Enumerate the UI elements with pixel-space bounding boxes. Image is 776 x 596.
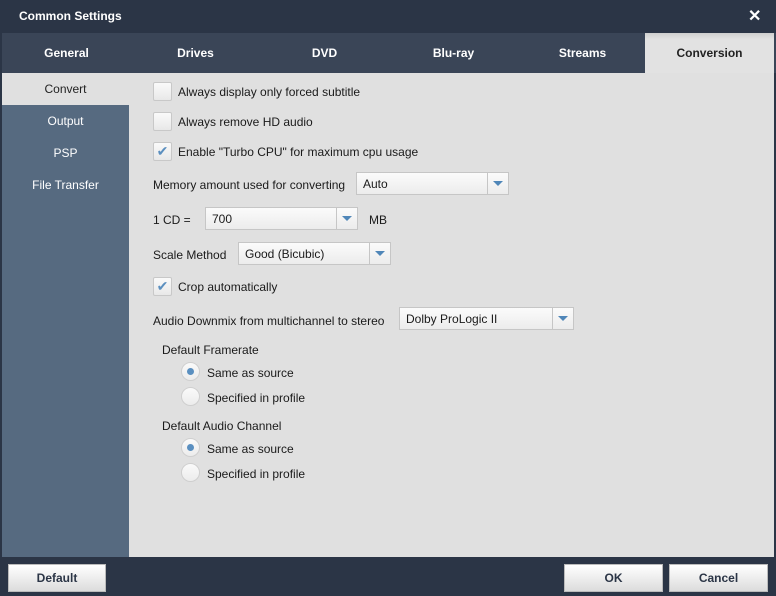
memory-select[interactable]: Auto [356,172,509,195]
framerate-same-radio[interactable] [181,362,200,381]
cancel-button[interactable]: Cancel [669,564,768,592]
tab-dvd[interactable]: DVD [260,33,389,73]
downmix-select[interactable]: Dolby ProLogic II [399,307,574,330]
memory-value: Auto [363,177,388,191]
default-button[interactable]: Default [8,564,106,592]
tab-conversion[interactable]: Conversion [645,33,774,73]
chevron-down-icon [487,173,508,194]
audio-channel-label: Default Audio Channel [162,419,282,433]
cd-size-select[interactable]: 700 [205,207,358,230]
chevron-down-icon [336,208,357,229]
audio-channel-same-label: Same as source [207,442,294,456]
turbo-cpu-label: Enable "Turbo CPU" for maximum cpu usage [178,145,419,159]
framerate-label: Default Framerate [162,343,259,357]
audio-channel-profile-label: Specified in profile [207,467,306,481]
cd-label: 1 CD = [153,213,191,227]
sidebar-item-file-transfer[interactable]: File Transfer [2,169,129,201]
cd-unit: MB [369,213,387,227]
sidebar-item-psp[interactable]: PSP [2,137,129,169]
forced-subtitle-checkbox[interactable] [153,82,172,101]
cd-size-value: 700 [212,212,233,226]
framerate-profile-label: Specified in profile [207,391,306,405]
framerate-same-label: Same as source [207,366,294,380]
ok-button[interactable]: OK [564,564,663,592]
crop-checkbox[interactable]: ✔ [153,277,172,296]
forced-subtitle-label: Always display only forced subtitle [178,85,361,99]
downmix-value: Dolby ProLogic II [406,312,498,326]
audio-channel-profile-radio[interactable] [181,463,200,482]
close-icon[interactable]: ✕ [748,6,761,26]
scale-select[interactable]: Good (Bicubic) [238,242,391,265]
tab-general[interactable]: General [2,33,131,73]
scale-value: Good (Bicubic) [245,247,325,261]
tab-drives[interactable]: Drives [131,33,260,73]
chevron-down-icon [369,243,390,264]
framerate-profile-radio[interactable] [181,387,200,406]
remove-hd-audio-checkbox[interactable] [153,112,172,131]
sidebar: Convert Output PSP File Transfer [2,73,129,557]
sidebar-item-output[interactable]: Output [2,105,129,137]
turbo-cpu-checkbox[interactable]: ✔ [153,142,172,161]
remove-hd-audio-label: Always remove HD audio [178,115,313,129]
scale-label: Scale Method [153,248,227,262]
tab-streams[interactable]: Streams [518,33,647,73]
window-title: Common Settings [19,9,122,23]
audio-channel-same-radio[interactable] [181,438,200,457]
checkmark-icon: ✔ [156,278,169,294]
tab-bluray[interactable]: Blu-ray [389,33,518,73]
downmix-label: Audio Downmix from multichannel to stere… [153,314,385,328]
tab-bar: General Drives DVD Blu-ray Streams Conve… [0,33,776,73]
chevron-down-icon [552,308,573,329]
checkmark-icon: ✔ [156,143,169,159]
memory-label: Memory amount used for converting [153,178,346,192]
crop-label: Crop automatically [178,280,278,294]
sidebar-item-convert[interactable]: Convert [2,73,129,105]
